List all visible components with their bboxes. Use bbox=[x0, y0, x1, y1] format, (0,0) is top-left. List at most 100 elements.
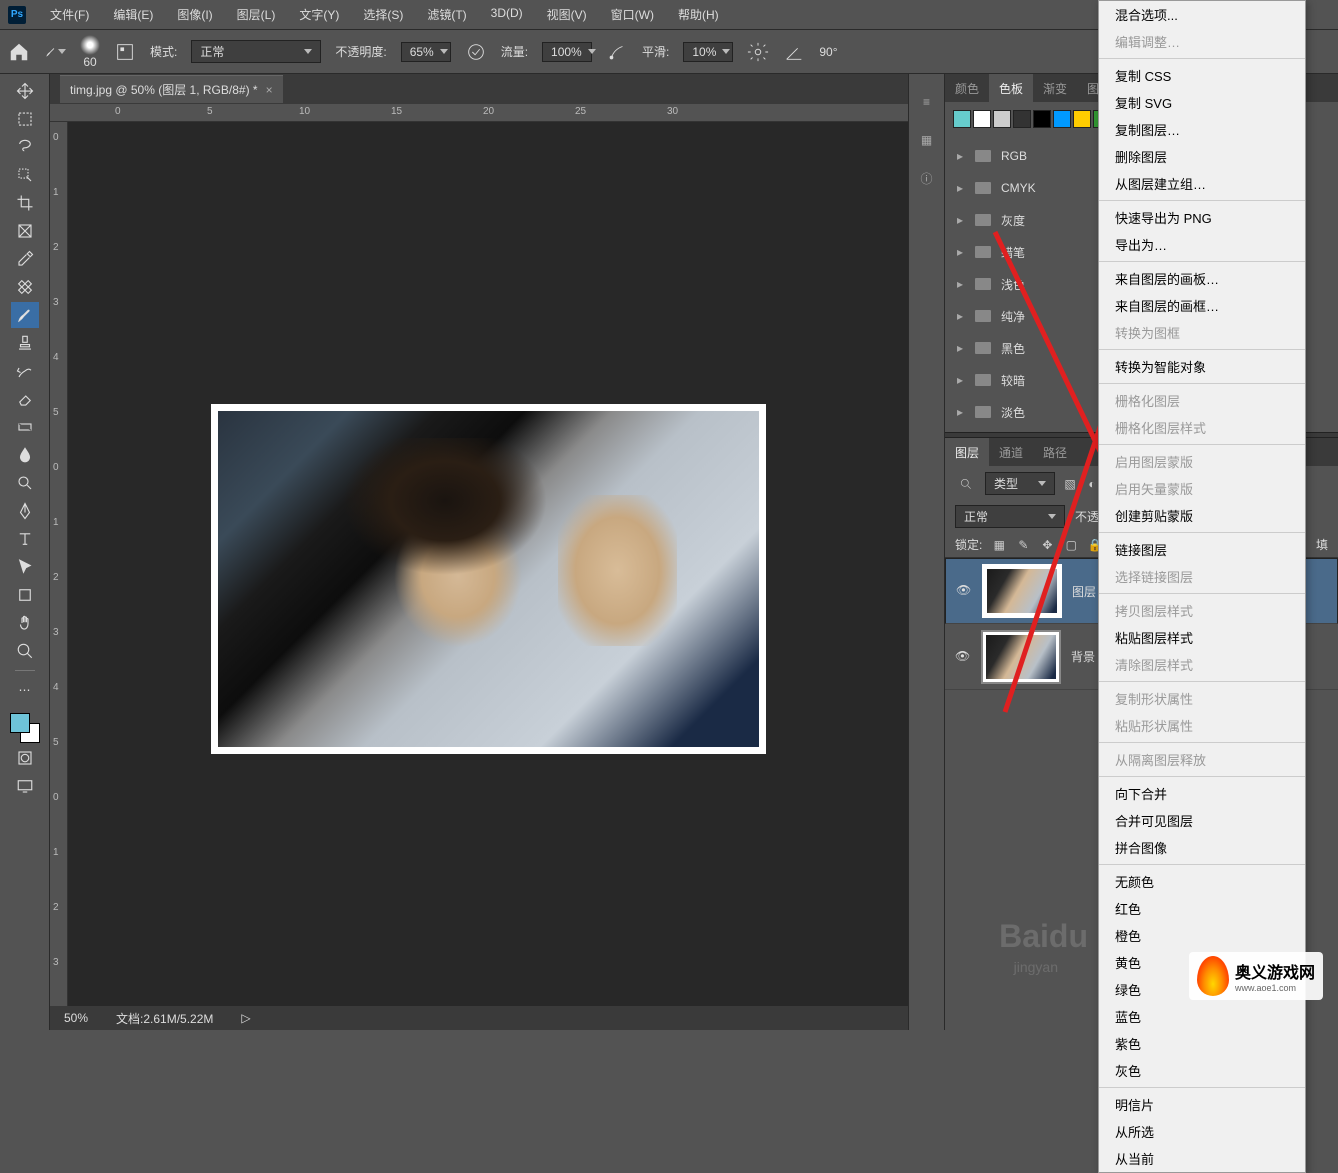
color-swatch[interactable] bbox=[1033, 110, 1051, 128]
menu-item[interactable]: 视图(V) bbox=[535, 6, 599, 23]
type-tool[interactable] bbox=[11, 526, 39, 552]
panel-tab[interactable]: 图层 bbox=[945, 438, 989, 467]
context-menu-item[interactable]: 明信片 bbox=[1099, 1091, 1305, 1118]
layer-thumbnail[interactable] bbox=[981, 630, 1061, 684]
context-menu-item[interactable]: 无颜色 bbox=[1099, 868, 1305, 895]
shape-tool[interactable] bbox=[11, 582, 39, 608]
context-menu-item[interactable]: 从当前 bbox=[1099, 1145, 1305, 1172]
brush-preview[interactable]: 60 bbox=[80, 35, 100, 69]
context-menu-item[interactable]: 向下合并 bbox=[1099, 780, 1305, 807]
brush-panel-icon[interactable] bbox=[114, 41, 136, 63]
context-menu-item[interactable]: 橙色 bbox=[1099, 922, 1305, 949]
context-menu-item[interactable]: 链接图层 bbox=[1099, 536, 1305, 563]
screenmode-icon[interactable] bbox=[11, 773, 39, 799]
menu-item[interactable]: 图层(L) bbox=[225, 6, 288, 23]
history-brush-tool[interactable] bbox=[11, 358, 39, 384]
lock-position-icon[interactable]: ✥ bbox=[1040, 538, 1054, 552]
color-swatch[interactable] bbox=[973, 110, 991, 128]
brush-tool-icon[interactable] bbox=[44, 41, 66, 63]
menu-item[interactable]: 帮助(H) bbox=[666, 6, 731, 23]
color-swatch[interactable] bbox=[1073, 110, 1091, 128]
pressure-opacity-icon[interactable] bbox=[465, 41, 487, 63]
context-menu-item[interactable]: 从图层建立组… bbox=[1099, 170, 1305, 197]
layer-blend-select[interactable]: 正常 bbox=[955, 505, 1065, 528]
status-arrow-icon[interactable]: ▷ bbox=[241, 1011, 250, 1025]
color-swatch[interactable] bbox=[953, 110, 971, 128]
canvas[interactable] bbox=[68, 122, 908, 1006]
panel-tab[interactable]: 渐变 bbox=[1033, 74, 1077, 103]
context-menu-item[interactable]: 从所选 bbox=[1099, 1118, 1305, 1145]
eyedropper-tool[interactable] bbox=[11, 246, 39, 272]
context-menu-item[interactable]: 来自图层的画板… bbox=[1099, 265, 1305, 292]
panel-tab[interactable]: 颜色 bbox=[945, 74, 989, 103]
filter-adjust-icon[interactable]: ◐ bbox=[1085, 477, 1099, 491]
context-menu-item[interactable]: 紫色 bbox=[1099, 1030, 1305, 1057]
gradient-tool[interactable] bbox=[11, 414, 39, 440]
frame-tool[interactable] bbox=[11, 218, 39, 244]
airbrush-icon[interactable] bbox=[606, 41, 628, 63]
lock-transparent-icon[interactable]: ▦ bbox=[992, 538, 1006, 552]
move-tool[interactable] bbox=[11, 78, 39, 104]
color-swatch[interactable] bbox=[1053, 110, 1071, 128]
pen-tool[interactable] bbox=[11, 498, 39, 524]
brush-tool[interactable] bbox=[11, 302, 39, 328]
dock-icon[interactable]: ≡ bbox=[917, 92, 937, 112]
panel-tab[interactable]: 通道 bbox=[989, 438, 1033, 467]
lock-paint-icon[interactable]: ✎ bbox=[1016, 538, 1030, 552]
panel-tab[interactable]: 色板 bbox=[989, 74, 1033, 103]
hand-tool[interactable] bbox=[11, 610, 39, 636]
lock-artboard-icon[interactable]: ▢ bbox=[1064, 538, 1078, 552]
menu-item[interactable]: 滤镜(T) bbox=[415, 6, 478, 23]
context-menu-item[interactable]: 复制 CSS bbox=[1099, 62, 1305, 89]
color-swatch[interactable] bbox=[993, 110, 1011, 128]
layer-thumbnail[interactable] bbox=[982, 564, 1062, 618]
flow-input[interactable]: 100% bbox=[542, 42, 592, 62]
eraser-tool[interactable] bbox=[11, 386, 39, 412]
quick-select-tool[interactable] bbox=[11, 162, 39, 188]
home-icon[interactable] bbox=[8, 41, 30, 63]
stamp-tool[interactable] bbox=[11, 330, 39, 356]
visibility-icon[interactable]: 👁 bbox=[955, 649, 971, 665]
filter-pixel-icon[interactable]: ▧ bbox=[1063, 477, 1077, 491]
color-swatch[interactable] bbox=[1013, 110, 1031, 128]
crop-tool[interactable] bbox=[11, 190, 39, 216]
path-select-tool[interactable] bbox=[11, 554, 39, 580]
edit-toolbar-icon[interactable]: ⋯ bbox=[11, 677, 39, 703]
filter-type-select[interactable]: 类型 bbox=[985, 472, 1055, 495]
smooth-input[interactable]: 10% bbox=[683, 42, 733, 62]
close-icon[interactable]: × bbox=[266, 83, 273, 97]
angle-icon[interactable] bbox=[783, 41, 805, 63]
context-menu-item[interactable]: 转换为智能对象 bbox=[1099, 353, 1305, 380]
context-menu-item[interactable]: 蓝色 bbox=[1099, 1003, 1305, 1030]
document-tab[interactable]: timg.jpg @ 50% (图层 1, RGB/8#) * × bbox=[60, 75, 283, 103]
context-menu-item[interactable]: 复制 SVG bbox=[1099, 89, 1305, 116]
visibility-icon[interactable]: 👁 bbox=[956, 583, 972, 599]
context-menu-item[interactable]: 创建剪贴蒙版 bbox=[1099, 502, 1305, 529]
menu-item[interactable]: 编辑(E) bbox=[101, 6, 165, 23]
blur-tool[interactable] bbox=[11, 442, 39, 468]
menu-item[interactable]: 窗口(W) bbox=[599, 6, 666, 23]
dodge-tool[interactable] bbox=[11, 470, 39, 496]
panel-tab[interactable]: 路径 bbox=[1033, 438, 1077, 467]
blend-mode-select[interactable]: 正常 bbox=[191, 40, 321, 63]
context-menu-item[interactable]: 导出为… bbox=[1099, 231, 1305, 258]
zoom-value[interactable]: 50% bbox=[64, 1011, 88, 1025]
dock-icon[interactable]: ▦ bbox=[917, 130, 937, 150]
layer-name[interactable]: 背景 bbox=[1071, 648, 1095, 665]
context-menu-item[interactable]: 红色 bbox=[1099, 895, 1305, 922]
opacity-input[interactable]: 65% bbox=[401, 42, 451, 62]
lasso-tool[interactable] bbox=[11, 134, 39, 160]
dock-icon[interactable]: ⓘ bbox=[917, 168, 937, 188]
menu-item[interactable]: 文字(Y) bbox=[287, 6, 351, 23]
color-swatches[interactable] bbox=[10, 713, 40, 743]
menu-item[interactable]: 文件(F) bbox=[38, 6, 101, 23]
context-menu-item[interactable]: 粘贴图层样式 bbox=[1099, 624, 1305, 651]
context-menu-item[interactable]: 删除图层 bbox=[1099, 143, 1305, 170]
search-icon[interactable] bbox=[955, 473, 977, 495]
context-menu-item[interactable]: 拼合图像 bbox=[1099, 834, 1305, 861]
context-menu-item[interactable]: 来自图层的画框… bbox=[1099, 292, 1305, 319]
healing-tool[interactable] bbox=[11, 274, 39, 300]
quickmask-icon[interactable] bbox=[11, 745, 39, 771]
context-menu-item[interactable]: 合并可见图层 bbox=[1099, 807, 1305, 834]
context-menu-item[interactable]: 混合选项... bbox=[1099, 1, 1305, 28]
